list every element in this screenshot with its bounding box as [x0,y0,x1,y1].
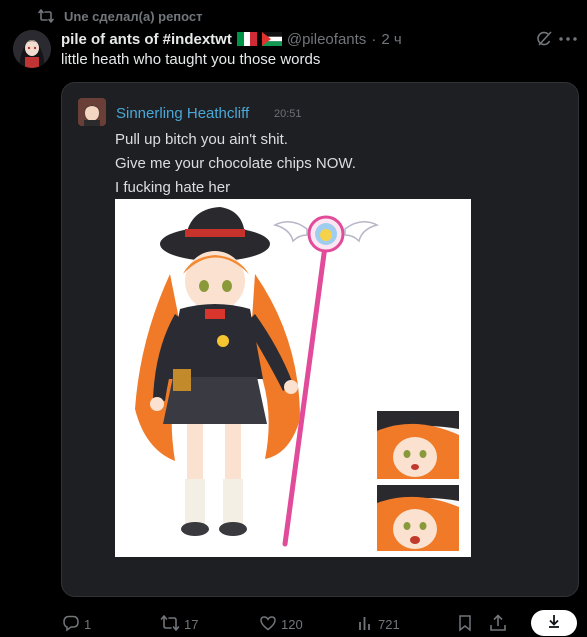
reply-icon [62,614,80,635]
heart-icon [259,614,277,635]
download-icon [547,614,561,633]
bookmark-icon [457,614,473,635]
views-icon [358,614,374,635]
action-bar: 1 17 120 721 [0,612,587,636]
views-count: 721 [378,616,400,632]
reply-button[interactable]: 1 [62,612,91,636]
reply-count: 1 [84,616,92,632]
discord-message-line: I fucking hate her [115,179,231,196]
italy-flag-icon [236,32,257,46]
repost-count: 17 [184,616,199,632]
download-button[interactable] [531,610,577,636]
post-header: pile of ants of #indextwt @pileofants · … [61,30,402,48]
grok-icon[interactable] [535,30,553,48]
media-card[interactable]: Sinnerling Heathcliff 20:51 Pull up bitc… [61,82,579,597]
discord-message-line: Pull up bitch you ain't shit. [115,131,288,148]
share-icon [489,613,507,635]
more-options-icon[interactable] [558,30,578,48]
repost-icon [160,614,180,635]
like-button[interactable]: 120 [259,612,303,636]
palestine-flag-icon [261,32,282,46]
like-count: 120 [281,616,303,632]
separator-dot: · [371,30,377,48]
repost-icon [38,9,54,23]
discord-author-name: Sinnerling Heathcliff [116,105,250,122]
avatar[interactable] [13,30,51,68]
author-handle[interactable]: @pileofants [287,31,366,48]
post[interactable]: Une сделал(а) репост pile of ants of #in… [0,0,587,637]
post-text: little heath who taught you those words [61,51,321,68]
post-time[interactable]: 2 ч [381,31,401,48]
discord-time: 20:51 [274,108,302,120]
repost-button[interactable]: 17 [160,612,198,636]
character-illustration [115,199,471,557]
bookmark-button[interactable] [457,612,473,636]
discord-avatar [78,98,106,126]
discord-message-line: Give me your chocolate chips NOW. [115,155,356,172]
views-button[interactable]: 721 [358,612,400,636]
repost-text: Une сделал(а) репост [64,8,203,24]
share-button[interactable] [489,612,507,636]
repost-indicator: Une сделал(а) репост [38,8,203,24]
author-name[interactable]: pile of ants of #indextwt [61,31,232,48]
